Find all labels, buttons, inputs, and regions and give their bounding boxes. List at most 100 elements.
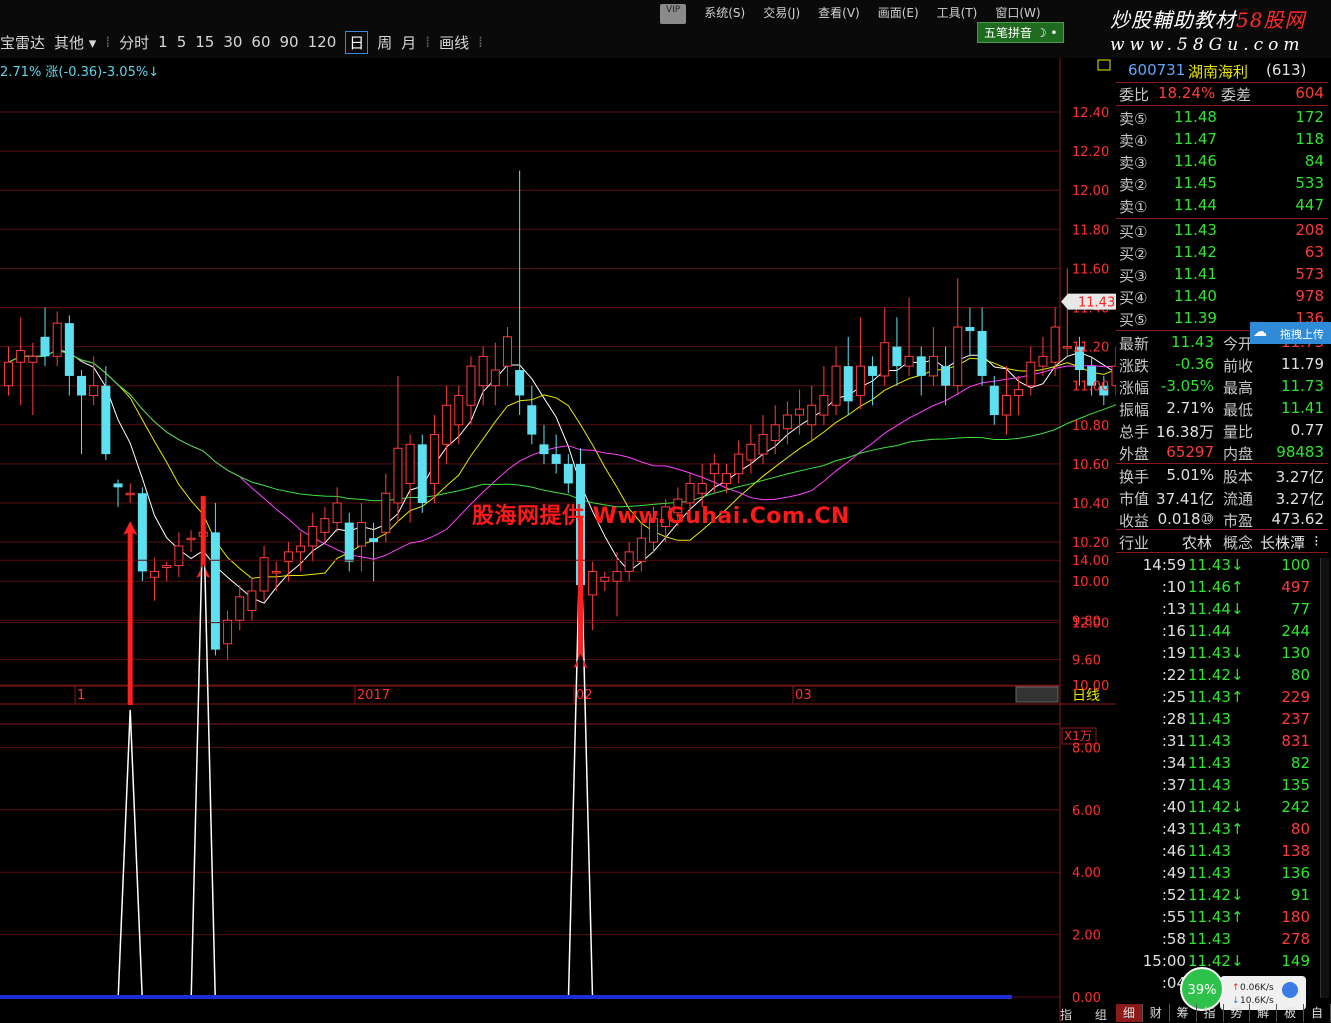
ask-price: 11.48: [1174, 108, 1217, 126]
candle-body: [819, 394, 829, 416]
tick-volume: 80: [1290, 820, 1310, 838]
other-dropdown[interactable]: 其他 ▾: [54, 32, 96, 53]
tick-volume: 497: [1281, 578, 1310, 596]
candle: [417, 434, 427, 513]
candle-body: [454, 394, 464, 426]
tab-group[interactable]: 组: [1095, 1008, 1107, 1022]
weibi-row: 委比 18.24% 委差 604: [1116, 82, 1328, 104]
candle: [4, 346, 13, 396]
period-week[interactable]: 周: [377, 32, 392, 53]
maximize-icon: [1097, 59, 1111, 71]
candle: [770, 405, 780, 455]
candle-body: [563, 463, 573, 484]
tab-analysis[interactable]: 解: [1250, 1004, 1278, 1022]
bid-row: 买④ 11.40 978: [1116, 285, 1328, 307]
bid-label: 买④: [1119, 289, 1148, 307]
tick-volume: 244: [1281, 622, 1310, 640]
tick-time: :22: [1161, 666, 1186, 684]
menu-tools[interactable]: 工具(T): [937, 4, 978, 24]
tab-indicator[interactable]: 指: [1060, 1008, 1072, 1022]
tab-detail[interactable]: 细: [1116, 1004, 1143, 1022]
bid-row: 买① 11.43 208: [1116, 219, 1328, 241]
stat-value: 3.27亿: [1275, 490, 1324, 508]
indicator-tick-label: 14.00: [1072, 554, 1109, 569]
candle-body: [502, 336, 512, 367]
stat-row: 市值 37.41亿 流通 3.27亿: [1116, 486, 1328, 508]
ask-price: 11.44: [1174, 196, 1217, 214]
tick-volume: 237: [1281, 710, 1310, 728]
period-minute[interactable]: 分时: [119, 32, 149, 53]
period-month[interactable]: 月: [401, 32, 416, 53]
period-120[interactable]: 120: [308, 33, 337, 51]
tick-time: :40: [1161, 798, 1186, 816]
kline-chart[interactable]: 120170203日线 12.45 12.4012.2012.0011.8011…: [0, 58, 1116, 1022]
up-arrow-icon: ↑: [1232, 983, 1240, 993]
stat-label: 量比: [1223, 423, 1254, 441]
industry-label: 行业: [1119, 534, 1150, 552]
upload-label: 拖拽上传: [1280, 328, 1324, 341]
candle-body: [539, 444, 549, 455]
candle-body: [417, 444, 427, 503]
candle-body: [442, 404, 452, 445]
ask-label: 卖①: [1119, 198, 1148, 216]
menu-system[interactable]: 系统(S): [704, 4, 745, 24]
candles: 12.45: [4, 170, 1116, 660]
menu-screen[interactable]: 画面(E): [878, 4, 919, 24]
input-method-indicator[interactable]: 五笔拼音 ☽ •: [977, 22, 1065, 43]
tick-price: 11.42↓: [1188, 798, 1244, 816]
tick-scrollbar[interactable]: [1320, 558, 1329, 998]
menu-view[interactable]: 查看(V): [818, 4, 860, 24]
tick-price: 11.43↑: [1188, 908, 1244, 926]
candle: [515, 170, 525, 416]
tab-trend[interactable]: 势: [1224, 1004, 1251, 1022]
menu-trade[interactable]: 交易(J): [763, 4, 800, 24]
candle: [502, 327, 512, 386]
bid-price: 11.41: [1174, 265, 1217, 283]
candle-body: [186, 537, 196, 541]
period-30[interactable]: 30: [223, 33, 242, 51]
more-icon[interactable]: ⁝: [1314, 532, 1319, 550]
tab-chips[interactable]: 筹: [1170, 1004, 1197, 1022]
period-90[interactable]: 90: [280, 33, 299, 51]
tab-sector[interactable]: 板: [1277, 1004, 1305, 1022]
concept-value[interactable]: 长株潭: [1260, 532, 1305, 553]
candle-body: [709, 463, 719, 475]
ask-price: 11.47: [1174, 130, 1217, 148]
candle-body: [393, 447, 403, 504]
indicator-name[interactable]: 宝雷达: [0, 32, 45, 53]
period-1[interactable]: 1: [158, 33, 168, 51]
tick-row: :40 11.42↓ 242: [1116, 796, 1328, 818]
stat-value: 11.41: [1281, 399, 1324, 417]
period-5[interactable]: 5: [177, 33, 187, 51]
period-60[interactable]: 60: [251, 33, 270, 51]
site-logo: 炒股輔助教材58股网 www.58Gu.com: [1110, 4, 1331, 56]
menu-window[interactable]: 窗口(W): [995, 4, 1040, 24]
vip-badge[interactable]: VIP: [660, 4, 687, 24]
shield-icon: [1282, 982, 1298, 998]
candle: [941, 346, 951, 406]
upload-widget[interactable]: ☁ 拖拽上传: [1250, 322, 1331, 344]
tick-time: :31: [1161, 732, 1186, 750]
ask-label: 卖②: [1119, 176, 1148, 194]
candle: [369, 522, 379, 582]
ask-row: 卖③ 11.46 84: [1116, 150, 1328, 172]
period-day[interactable]: 日: [345, 30, 369, 54]
candle-body: [612, 570, 622, 582]
candle-body: [880, 342, 890, 377]
draw-line-button[interactable]: 画线: [439, 32, 469, 53]
tick-volume: 135: [1281, 776, 1310, 794]
tab-finance[interactable]: 财: [1143, 1004, 1170, 1022]
price-tick-label: 10.40: [1072, 497, 1109, 512]
candle: [344, 512, 354, 572]
tick-volume: 138: [1281, 842, 1310, 860]
price-tick-label: 10.00: [1072, 575, 1109, 590]
stat-label: 外盘: [1119, 445, 1150, 463]
tab-index[interactable]: 指: [1197, 1004, 1224, 1022]
tick-time: :28: [1161, 710, 1186, 728]
tick-price: 11.43: [1188, 864, 1231, 882]
price-tick-label: 11.80: [1072, 223, 1109, 238]
industry-value[interactable]: 农林: [1182, 532, 1212, 553]
tab-custom[interactable]: 自: [1304, 1004, 1331, 1022]
period-15[interactable]: 15: [195, 33, 214, 51]
candle: [64, 315, 74, 396]
